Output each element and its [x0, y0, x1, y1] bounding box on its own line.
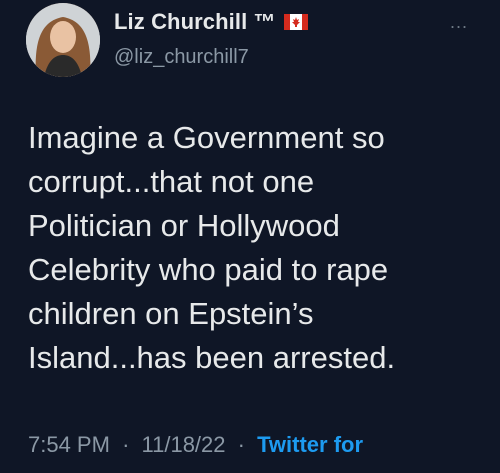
tweet-time[interactable]: 7:54 PM: [28, 432, 110, 457]
separator-dot: ·: [237, 432, 245, 457]
tweet-meta: 7:54 PM · 11/18/22 · Twitter for: [28, 432, 363, 458]
tweet-text: Imagine a Government so corrupt...that n…: [28, 120, 396, 375]
author-name-row: Liz Churchill ™: [114, 9, 308, 35]
more-options-icon[interactable]: ...: [450, 12, 468, 33]
separator-dot: ·: [122, 432, 130, 457]
tweet-date[interactable]: 11/18/22: [142, 432, 226, 457]
canada-flag-icon: [283, 14, 308, 30]
avatar[interactable]: [26, 3, 100, 77]
tweet-source-link[interactable]: Twitter for: [257, 432, 363, 457]
author-name[interactable]: Liz Churchill ™: [114, 9, 276, 35]
author-handle[interactable]: @liz_churchill7: [114, 46, 249, 69]
